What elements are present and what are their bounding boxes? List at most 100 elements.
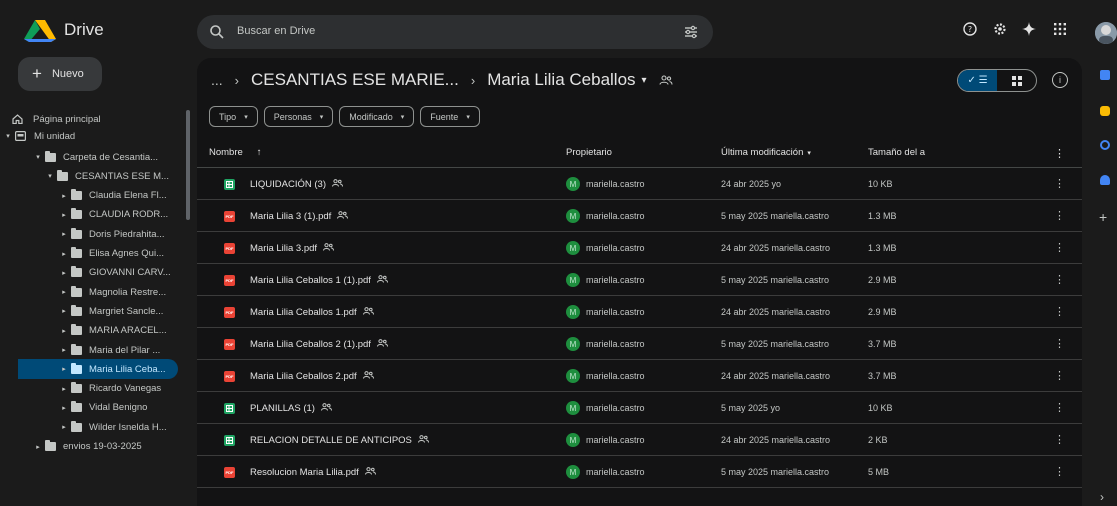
list-view-button[interactable]: ✓ ☰ [958,70,997,91]
row-more-options-icon[interactable]: ⋮ [1054,177,1065,190]
sidebar-folder-item[interactable]: ▾ Carpeta de Cesantia... [34,147,158,167]
info-icon[interactable]: i [1052,72,1068,88]
help-icon[interactable]: ? [960,19,980,39]
table-row[interactable]: PDF Resolucion Maria Lilia.pdf Mmariella.c… [197,456,1082,488]
add-addon-icon[interactable]: + [1099,210,1109,224]
collapse-arrow-icon[interactable]: ▸ [60,327,68,335]
expand-arrow-icon[interactable]: ▾ [34,153,42,161]
filter-chip[interactable]: Personas ▾ [263,106,334,127]
file-name[interactable]: Maria Lilia Ceballos 2.pdf [250,371,374,382]
sidebar-folder-item[interactable]: ▸ Ricardo Vanegas [60,379,161,399]
collapse-arrow-icon[interactable]: ▸ [60,307,68,315]
row-more-options-icon[interactable]: ⋮ [1054,401,1065,414]
column-header-name[interactable]: Nombre ↑ [209,147,262,158]
row-more-options-icon[interactable]: ⋮ [1054,241,1065,254]
table-row[interactable]: RELACION DETALLE DE ANTICIPOS Mmariella.c… [197,424,1082,456]
row-more-options-icon[interactable]: ⋮ [1054,465,1065,478]
sidebar-folder-item[interactable]: ▸ Doris Piedrahita... [60,224,165,244]
expand-arrow-icon[interactable]: ▾ [46,172,54,180]
column-header-modified[interactable]: Última modificación ▾ [721,147,811,158]
row-more-options-icon[interactable]: ⋮ [1054,209,1065,222]
sidebar-folder-item[interactable]: ▸ envios 19-03-2025 [34,437,142,457]
breadcrumb-parent[interactable]: CESANTIAS ESE MARIE... [251,70,459,90]
owner-avatar[interactable]: M [566,241,580,255]
file-name[interactable]: LIQUIDACIÓN (3) [250,179,344,190]
sidebar-folder-item[interactable]: ▸ Magnolia Restre... [60,282,166,302]
app-title[interactable]: Drive [64,20,104,40]
sidebar-folder-item[interactable]: ▸ Maria Lilia Ceba... [18,359,178,380]
sidebar-folder-item[interactable]: ▸ Margriet Sancle... [60,301,163,321]
keep-icon[interactable] [1100,106,1110,116]
expand-arrow-icon[interactable]: ▾ [4,132,12,140]
sidebar-folder-item[interactable]: ▾ CESANTIAS ESE M... [46,166,169,186]
table-row[interactable]: PDF Maria Lilia Ceballos 1.pdf Mmariella.c… [197,296,1082,328]
table-row[interactable]: PLANILLAS (1) Mmariella.castro 5 may 2025 … [197,392,1082,424]
gemini-sparkle-icon[interactable] [1019,19,1039,39]
filter-chip[interactable]: Modificado ▾ [339,106,415,127]
sidebar-scrollbar[interactable] [186,110,190,220]
sidebar-folder-item[interactable]: ▸ Wilder Isnelda H... [60,417,167,437]
chevron-right-icon[interactable]: › [1100,491,1110,503]
breadcrumb-current[interactable]: Maria Lilia Ceballos [487,70,635,90]
row-more-options-icon[interactable]: ⋮ [1054,305,1065,318]
row-more-options-icon[interactable]: ⋮ [1054,433,1065,446]
table-row[interactable]: PDF Maria Lilia Ceballos 1 (1).pdf Mmariel… [197,264,1082,296]
collapse-arrow-icon[interactable]: ▸ [60,365,68,373]
sidebar-folder-item[interactable]: ▸ GIOVANNI CARV... [60,263,171,283]
settings-gear-icon[interactable] [990,19,1010,39]
owner-avatar[interactable]: M [566,305,580,319]
search-input[interactable]: Buscar en Drive [237,25,315,37]
collapse-arrow-icon[interactable]: ▸ [60,346,68,354]
column-header-size[interactable]: Tamaño del a [868,147,925,158]
new-button[interactable]: + Nuevo [18,57,102,91]
sidebar-folder-item[interactable]: ▸ Maria del Pilar ... [60,340,160,360]
dropdown-arrow-icon[interactable]: ▾ [642,75,647,86]
column-header-owner[interactable]: Propietario [566,147,612,158]
apps-grid-icon[interactable] [1050,19,1070,39]
collapse-arrow-icon[interactable]: ▸ [60,404,68,412]
collapse-arrow-icon[interactable]: ▸ [60,269,68,277]
collapse-arrow-icon[interactable]: ▸ [60,192,68,200]
sidebar-folder-item[interactable]: ▸ MARIA ARACEL... [60,321,167,341]
breadcrumb-ellipsis[interactable]: ... [211,72,223,88]
sort-arrow-up-icon[interactable]: ↑ [257,147,262,158]
search-bar[interactable]: Buscar en Drive [197,15,713,49]
owner-avatar[interactable]: M [566,433,580,447]
file-name[interactable]: Maria Lilia 3 (1).pdf [250,211,349,222]
row-more-options-icon[interactable]: ⋮ [1054,273,1065,286]
file-name[interactable]: PLANILLAS (1) [250,403,332,414]
sidebar-folder-item[interactable]: ▸ Elisa Agnes Qui... [60,244,164,264]
sidebar-item-my-unit[interactable]: ▾ Mi unidad [4,126,75,146]
filter-chip[interactable]: Tipo ▾ [209,106,258,127]
owner-avatar[interactable]: M [566,369,580,383]
sidebar-folder-item[interactable]: ▸ Vidal Benigno [60,398,147,418]
owner-avatar[interactable]: M [566,465,580,479]
table-row[interactable]: PDF Maria Lilia 3.pdf Mmariella.castro 24 a… [197,232,1082,264]
owner-avatar[interactable]: M [566,337,580,351]
file-name[interactable]: Maria Lilia 3.pdf [250,243,335,254]
grid-view-button[interactable] [997,70,1036,91]
file-name[interactable]: RELACION DETALLE DE ANTICIPOS [250,435,429,446]
owner-avatar[interactable]: M [566,401,580,415]
table-row[interactable]: LIQUIDACIÓN (3) Mmariella.castro 24 abr 20… [197,168,1082,200]
file-name[interactable]: Maria Lilia Ceballos 2 (1).pdf [250,339,388,350]
collapse-arrow-icon[interactable]: ▸ [60,288,68,296]
drive-logo-icon[interactable] [24,20,56,42]
collapse-arrow-icon[interactable]: ▸ [60,423,68,431]
filter-chip[interactable]: Fuente ▾ [420,106,480,127]
owner-avatar[interactable]: M [566,273,580,287]
collapse-arrow-icon[interactable]: ▸ [60,211,68,219]
file-name[interactable]: Maria Lilia Ceballos 1 (1).pdf [250,275,388,286]
table-row[interactable]: PDF Maria Lilia Ceballos 2.pdf Mmariella.c… [197,360,1082,392]
expand-arrow-icon[interactable]: ▸ [34,443,42,451]
row-more-options-icon[interactable]: ⋮ [1054,369,1065,382]
contacts-icon[interactable] [1100,175,1110,185]
table-row[interactable]: PDF Maria Lilia 3 (1).pdf Mmariella.castro… [197,200,1082,232]
collapse-arrow-icon[interactable]: ▸ [60,385,68,393]
search-options-icon[interactable] [683,24,699,40]
sidebar-folder-item[interactable]: ▸ Claudia Elena Fl... [60,186,167,206]
collapse-arrow-icon[interactable]: ▸ [60,230,68,238]
file-name[interactable]: Maria Lilia Ceballos 1.pdf [250,307,374,318]
tasks-icon[interactable] [1100,140,1110,150]
table-row[interactable]: PDF Maria Lilia Ceballos 2 (1).pdf Mmariel… [197,328,1082,360]
